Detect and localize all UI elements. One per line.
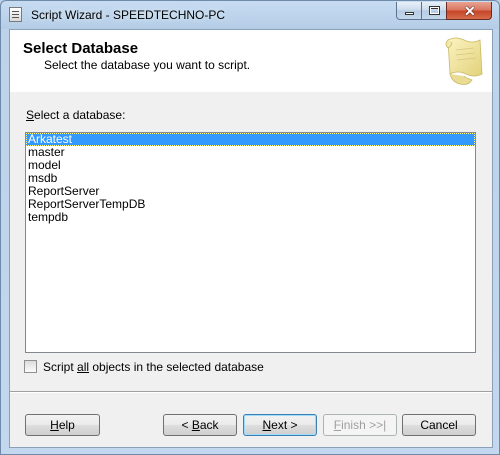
list-item-reportservertempdb[interactable]: ReportServerTempDB <box>26 198 475 211</box>
next-button[interactable]: Next > <box>243 414 317 436</box>
script-all-label-post: objects in the selected database <box>89 360 264 374</box>
help-rest: elp <box>58 418 75 432</box>
finish-rest: inish >>| <box>341 418 387 432</box>
title-bar[interactable]: Script Wizard - SPEEDTECHNO-PC ✕ <box>1 1 499 29</box>
script-all-label-accel: all <box>77 360 90 374</box>
next-rest: ext > <box>271 418 298 432</box>
app-icon <box>9 7 22 22</box>
minimize-button[interactable] <box>396 2 422 20</box>
back-rest: ack <box>199 418 219 432</box>
minimize-icon <box>405 12 414 15</box>
dialog-body: Select Database Select the database you … <box>9 29 493 448</box>
list-item-master[interactable]: master <box>26 146 475 159</box>
window-title: Script Wizard - SPEEDTECHNO-PC <box>31 8 226 22</box>
list-item-model[interactable]: model <box>26 159 475 172</box>
wizard-header: Select Database Select the database you … <box>10 30 492 92</box>
select-database-label: Select a database: <box>26 108 125 122</box>
back-pre: < <box>181 418 192 432</box>
footer-divider <box>10 391 492 392</box>
header-separator <box>10 91 492 92</box>
script-all-label[interactable]: Script all objects in the selected datab… <box>43 360 264 374</box>
script-all-label-pre: Script <box>43 360 78 374</box>
script-all-checkbox[interactable] <box>24 360 37 373</box>
finish-accel: F <box>333 418 342 432</box>
list-item-tempdb[interactable]: tempdb <box>26 211 475 224</box>
close-button[interactable]: ✕ <box>446 2 492 20</box>
help-accel: H <box>50 418 59 432</box>
scroll-icon <box>445 37 483 85</box>
cancel-button[interactable]: Cancel <box>402 414 476 436</box>
list-item-arkatest[interactable]: Arkatest <box>26 133 475 146</box>
close-icon: ✕ <box>464 3 476 19</box>
maximize-button[interactable] <box>421 2 447 20</box>
script-wizard-window: Script Wizard - SPEEDTECHNO-PC ✕ Select … <box>0 0 500 455</box>
maximize-icon <box>429 6 440 15</box>
help-button[interactable]: Help <box>25 414 100 436</box>
page-title: Select Database <box>23 40 139 57</box>
back-button[interactable]: < Back <box>163 414 237 436</box>
label-rest: elect a database: <box>34 108 126 122</box>
next-accel: N <box>262 418 272 432</box>
database-listbox[interactable]: Arkatest master model msdb ReportServer … <box>25 132 476 353</box>
finish-button[interactable]: Finish >>| <box>323 414 397 436</box>
back-accel: B <box>191 418 200 432</box>
label-accel: S <box>26 108 35 122</box>
page-subtitle: Select the database you want to script. <box>44 58 251 72</box>
